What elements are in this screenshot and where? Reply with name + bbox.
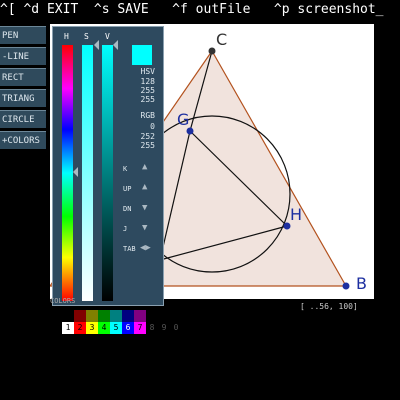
- label-g: G: [177, 110, 189, 129]
- palette-swatch-4[interactable]: 4: [98, 322, 110, 334]
- menu-bar: ^[ ^d EXIT ^s SAVE ^f outFile ^p screens…: [0, 2, 384, 17]
- rgb-b-value: 255: [140, 141, 155, 150]
- saturation-slider[interactable]: [82, 45, 93, 301]
- label-h: H: [290, 205, 302, 224]
- point-c: [208, 47, 216, 55]
- value-slider[interactable]: [102, 45, 113, 301]
- rgb-label: RGB: [140, 111, 155, 120]
- palette-top-swatch[interactable]: [86, 310, 98, 322]
- tool-line-button[interactable]: -LINE: [0, 47, 46, 65]
- j-button[interactable]: J: [123, 225, 127, 233]
- palette-swatch-7[interactable]: 7: [134, 322, 146, 334]
- up-arrow-icon[interactable]: ▲: [142, 182, 147, 192]
- h-header: H: [64, 32, 69, 41]
- hue-slider[interactable]: [62, 45, 73, 301]
- rgb-g-value: 252: [140, 132, 155, 141]
- rgb-r-value: 0: [150, 122, 155, 131]
- tool-triangle-button[interactable]: TRIANG: [0, 89, 46, 107]
- hsv-v-value: 255: [140, 95, 155, 104]
- saturation-marker-icon[interactable]: [94, 40, 99, 50]
- tool-colors-button[interactable]: +COLORS: [0, 131, 46, 149]
- point-b: [342, 282, 350, 290]
- zoom-status: [ ..56, 100]: [300, 302, 358, 311]
- palette-swatch-1[interactable]: 1: [62, 322, 74, 334]
- tool-pen-button[interactable]: PEN: [0, 26, 46, 44]
- palette-swatch-9[interactable]: 9: [158, 322, 170, 334]
- down-double-arrow-icon[interactable]: ▼: [142, 223, 147, 233]
- hsv-h-value: 128: [140, 77, 155, 86]
- k-button[interactable]: K: [123, 165, 127, 173]
- palette-top-swatch[interactable]: [98, 310, 110, 322]
- tool-circle-button[interactable]: CIRCLE: [0, 110, 46, 128]
- label-b: B: [356, 274, 367, 293]
- hsv-s-value: 255: [140, 86, 155, 95]
- hsv-label: HSV: [140, 67, 155, 76]
- palette-top-swatch[interactable]: [110, 310, 122, 322]
- color-picker-panel: H S V HSV 128 255 255 RGB 0 252 255 K ▲ …: [52, 26, 164, 306]
- color-swatch: [132, 45, 152, 65]
- v-header: V: [105, 32, 110, 41]
- palette-swatch-6[interactable]: 6: [122, 322, 134, 334]
- palette-swatch-5[interactable]: 5: [110, 322, 122, 334]
- down-arrow-icon[interactable]: ▼: [142, 203, 147, 213]
- value-marker-icon[interactable]: [113, 40, 118, 50]
- label-c: C: [216, 30, 227, 49]
- palette-top-swatch[interactable]: [74, 310, 86, 322]
- colors-label: COLORS: [50, 297, 76, 305]
- palette-swatch-0[interactable]: 0: [170, 322, 182, 334]
- left-right-arrow-icon[interactable]: ◀▶: [140, 243, 151, 253]
- up-double-arrow-icon[interactable]: ▲: [142, 162, 147, 172]
- palette-swatch-3[interactable]: 3: [86, 322, 98, 334]
- hue-marker-icon[interactable]: [73, 167, 78, 177]
- s-header: S: [84, 32, 89, 41]
- up-button[interactable]: UP: [123, 185, 131, 193]
- palette-swatch-8[interactable]: 8: [146, 322, 158, 334]
- palette-top-swatch[interactable]: [122, 310, 134, 322]
- palette-top-swatch[interactable]: [134, 310, 146, 322]
- palette-swatch-2[interactable]: 2: [74, 322, 86, 334]
- dn-button[interactable]: DN: [123, 205, 131, 213]
- tool-sidebar: PEN -LINE RECT TRIANG CIRCLE +COLORS: [0, 26, 46, 152]
- tool-rect-button[interactable]: RECT: [0, 68, 46, 86]
- tab-button[interactable]: TAB: [123, 245, 136, 253]
